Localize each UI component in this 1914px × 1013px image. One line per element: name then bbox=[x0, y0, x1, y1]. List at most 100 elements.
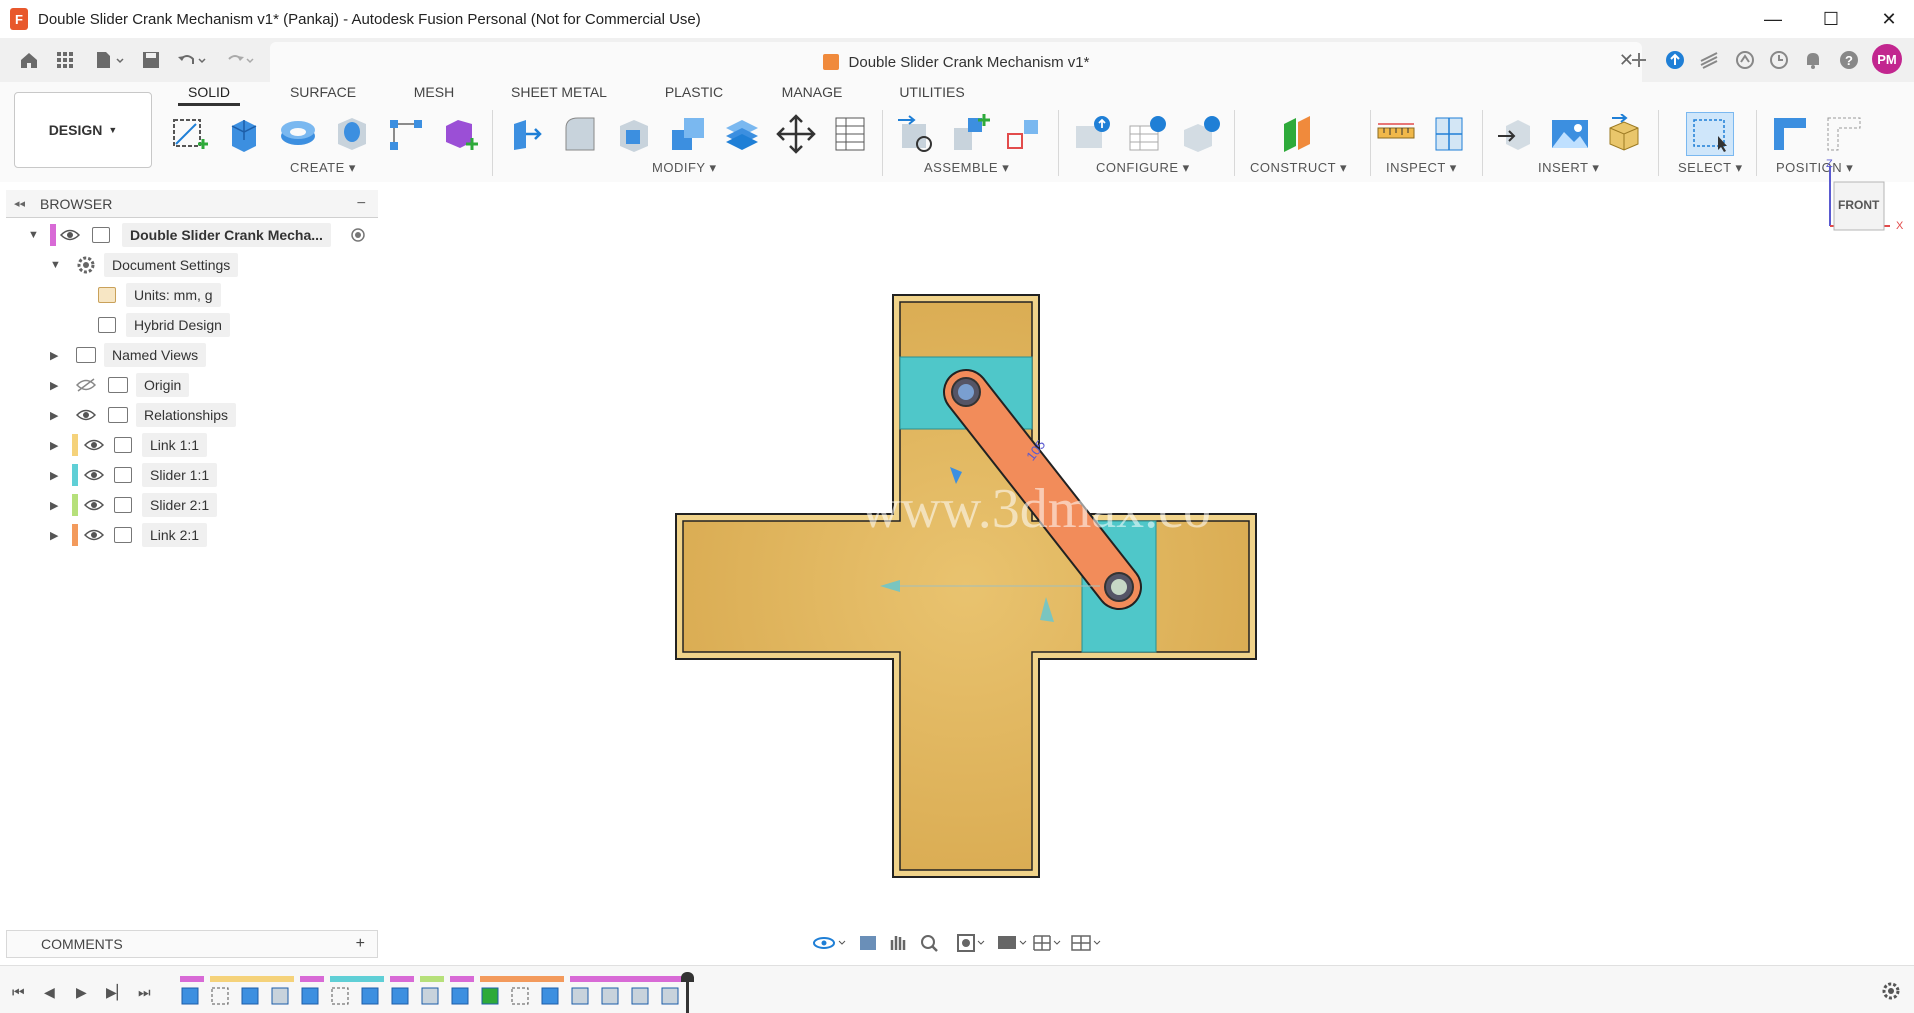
create-form-icon[interactable] bbox=[438, 112, 482, 156]
new-component-icon[interactable] bbox=[894, 112, 938, 156]
hidden-eye-icon[interactable] bbox=[76, 378, 96, 392]
play-icon[interactable]: ▶ bbox=[76, 984, 87, 1001]
extrude-icon[interactable] bbox=[222, 112, 266, 156]
document-tab[interactable]: Double Slider Crank Mechanism v1* ✕ bbox=[270, 42, 1642, 82]
tree-item-units[interactable]: Units: mm, g bbox=[6, 280, 378, 310]
chevron-right-icon[interactable]: ▶ bbox=[50, 529, 58, 542]
viewports-icon[interactable] bbox=[1071, 935, 1101, 951]
comments-panel[interactable]: COMMENTS + bbox=[6, 930, 378, 958]
chevron-right-icon[interactable]: ▶ bbox=[50, 439, 58, 452]
tree-item-link-1[interactable]: ▶ Link 1:1 bbox=[6, 430, 378, 460]
visibility-eye-icon[interactable] bbox=[60, 228, 80, 242]
inspect-menu[interactable]: INSPECT ▾ bbox=[1386, 160, 1457, 176]
extensions-icon[interactable] bbox=[1696, 47, 1722, 73]
display-settings-icon[interactable] bbox=[998, 936, 1027, 949]
chevron-down-icon[interactable]: ▼ bbox=[28, 229, 39, 241]
press-pull-icon[interactable] bbox=[504, 112, 548, 156]
tree-item-slider-2[interactable]: ▶ Slider 2:1 bbox=[6, 490, 378, 520]
pan-hand-icon[interactable] bbox=[890, 936, 906, 950]
visibility-eye-icon[interactable] bbox=[84, 528, 104, 542]
configuration-table-icon[interactable] bbox=[1124, 112, 1168, 156]
learning-icon[interactable] bbox=[1732, 47, 1758, 73]
minimize-button[interactable]: — bbox=[1744, 0, 1802, 38]
tree-root[interactable]: ▼ Double Slider Crank Mecha... bbox=[6, 220, 378, 250]
save-icon[interactable] bbox=[138, 47, 164, 73]
select-menu[interactable]: SELECT ▾ bbox=[1678, 160, 1742, 176]
chevron-down-icon[interactable]: ▼ bbox=[50, 259, 61, 271]
job-status-icon[interactable] bbox=[1662, 47, 1688, 73]
assemble-menu[interactable]: ASSEMBLE ▾ bbox=[924, 160, 1009, 176]
grid-settings-icon[interactable] bbox=[1033, 935, 1061, 951]
modify-menu[interactable]: MODIFY ▾ bbox=[652, 160, 716, 176]
create-menu[interactable]: CREATE ▾ bbox=[290, 160, 356, 176]
offset-plane-icon[interactable] bbox=[1276, 112, 1320, 156]
visibility-eye-icon[interactable] bbox=[84, 438, 104, 452]
orbit-icon[interactable] bbox=[813, 937, 846, 949]
tab-plastic[interactable]: PLASTIC bbox=[656, 82, 732, 106]
change-parameters-icon[interactable] bbox=[828, 112, 872, 156]
tab-sheet-metal[interactable]: SHEET METAL bbox=[508, 82, 610, 106]
configuration-rule-icon[interactable] bbox=[1178, 112, 1222, 156]
section-analysis-icon[interactable] bbox=[1428, 112, 1472, 156]
look-at-icon[interactable] bbox=[860, 936, 876, 950]
close-button[interactable]: ✕ bbox=[1860, 0, 1914, 38]
workspace-switcher-button[interactable]: DESIGN ▼ bbox=[14, 92, 152, 168]
tree-item-slider-1[interactable]: ▶ Slider 1:1 bbox=[6, 460, 378, 490]
tree-item-hybrid-design[interactable]: Hybrid Design bbox=[6, 310, 378, 340]
user-avatar[interactable]: PM bbox=[1872, 44, 1902, 74]
tab-manage[interactable]: MANAGE bbox=[776, 82, 848, 106]
measure-icon[interactable] bbox=[1374, 112, 1418, 156]
maximize-button[interactable]: ☐ bbox=[1802, 0, 1860, 38]
new-tab-plus-icon[interactable] bbox=[1626, 47, 1652, 73]
chevron-right-icon[interactable]: ▶ bbox=[50, 379, 58, 392]
add-comment-icon[interactable]: + bbox=[356, 935, 365, 953]
redo-icon[interactable] bbox=[220, 47, 260, 73]
joint-icon[interactable] bbox=[948, 112, 992, 156]
notifications-bell-icon[interactable] bbox=[1800, 47, 1826, 73]
chevron-right-icon[interactable]: ▶ bbox=[50, 349, 58, 362]
shell-icon[interactable] bbox=[612, 112, 656, 156]
chevron-right-icon[interactable]: ▶ bbox=[50, 469, 58, 482]
collapse-panel-icon[interactable]: ◂◂ bbox=[14, 197, 25, 210]
configure-menu[interactable]: CONFIGURE ▾ bbox=[1096, 160, 1190, 176]
undo-icon[interactable] bbox=[172, 47, 212, 73]
tab-mesh[interactable]: MESH bbox=[406, 82, 462, 106]
move-copy-icon[interactable] bbox=[774, 112, 818, 156]
revert-position-icon[interactable] bbox=[1822, 112, 1866, 156]
go-to-end-icon[interactable]: ⏭ bbox=[138, 984, 151, 1001]
fillet-icon[interactable] bbox=[558, 112, 602, 156]
history-clock-icon[interactable] bbox=[1766, 47, 1792, 73]
fit-icon[interactable] bbox=[957, 934, 985, 952]
step-back-icon[interactable]: ◀ bbox=[44, 984, 55, 1001]
zoom-icon[interactable] bbox=[921, 935, 938, 952]
configure-design-icon[interactable] bbox=[1070, 112, 1114, 156]
create-sketch-icon[interactable] bbox=[168, 112, 212, 156]
rectangular-pattern-icon[interactable] bbox=[384, 112, 428, 156]
insert-menu[interactable]: INSERT ▾ bbox=[1538, 160, 1599, 176]
insert-mesh-icon[interactable] bbox=[1602, 112, 1646, 156]
tree-item-relationships[interactable]: ▶ Relationships bbox=[6, 400, 378, 430]
tree-item-origin[interactable]: ▶ Origin bbox=[6, 370, 378, 400]
combine-icon[interactable] bbox=[666, 112, 710, 156]
activate-radio-icon[interactable] bbox=[350, 227, 366, 243]
tab-surface[interactable]: SURFACE bbox=[284, 82, 362, 106]
home-icon[interactable] bbox=[16, 47, 42, 73]
viewcube[interactable]: Z FRONT X bbox=[1824, 158, 1904, 240]
as-built-joint-icon[interactable] bbox=[1002, 112, 1046, 156]
window-select-icon[interactable] bbox=[1686, 112, 1734, 156]
visibility-eye-icon[interactable] bbox=[84, 498, 104, 512]
tab-solid[interactable]: SOLID bbox=[178, 82, 240, 106]
visibility-eye-icon[interactable] bbox=[84, 468, 104, 482]
viewcube-front-label[interactable]: FRONT bbox=[1838, 198, 1879, 212]
help-icon[interactable]: ? bbox=[1836, 47, 1862, 73]
go-to-start-icon[interactable]: ⏮ bbox=[12, 984, 25, 1001]
chevron-right-icon[interactable]: ▶ bbox=[50, 409, 58, 422]
data-panel-grid-icon[interactable] bbox=[52, 47, 78, 73]
file-menu-icon[interactable] bbox=[90, 47, 130, 73]
hole-icon[interactable] bbox=[330, 112, 374, 156]
revolve-icon[interactable] bbox=[276, 112, 320, 156]
tab-utilities[interactable]: UTILITIES bbox=[892, 82, 972, 106]
timeline-settings-gear-icon[interactable] bbox=[1880, 980, 1902, 1002]
capture-position-icon[interactable] bbox=[1768, 112, 1812, 156]
step-forward-icon[interactable]: ▶▏ bbox=[106, 984, 128, 1001]
